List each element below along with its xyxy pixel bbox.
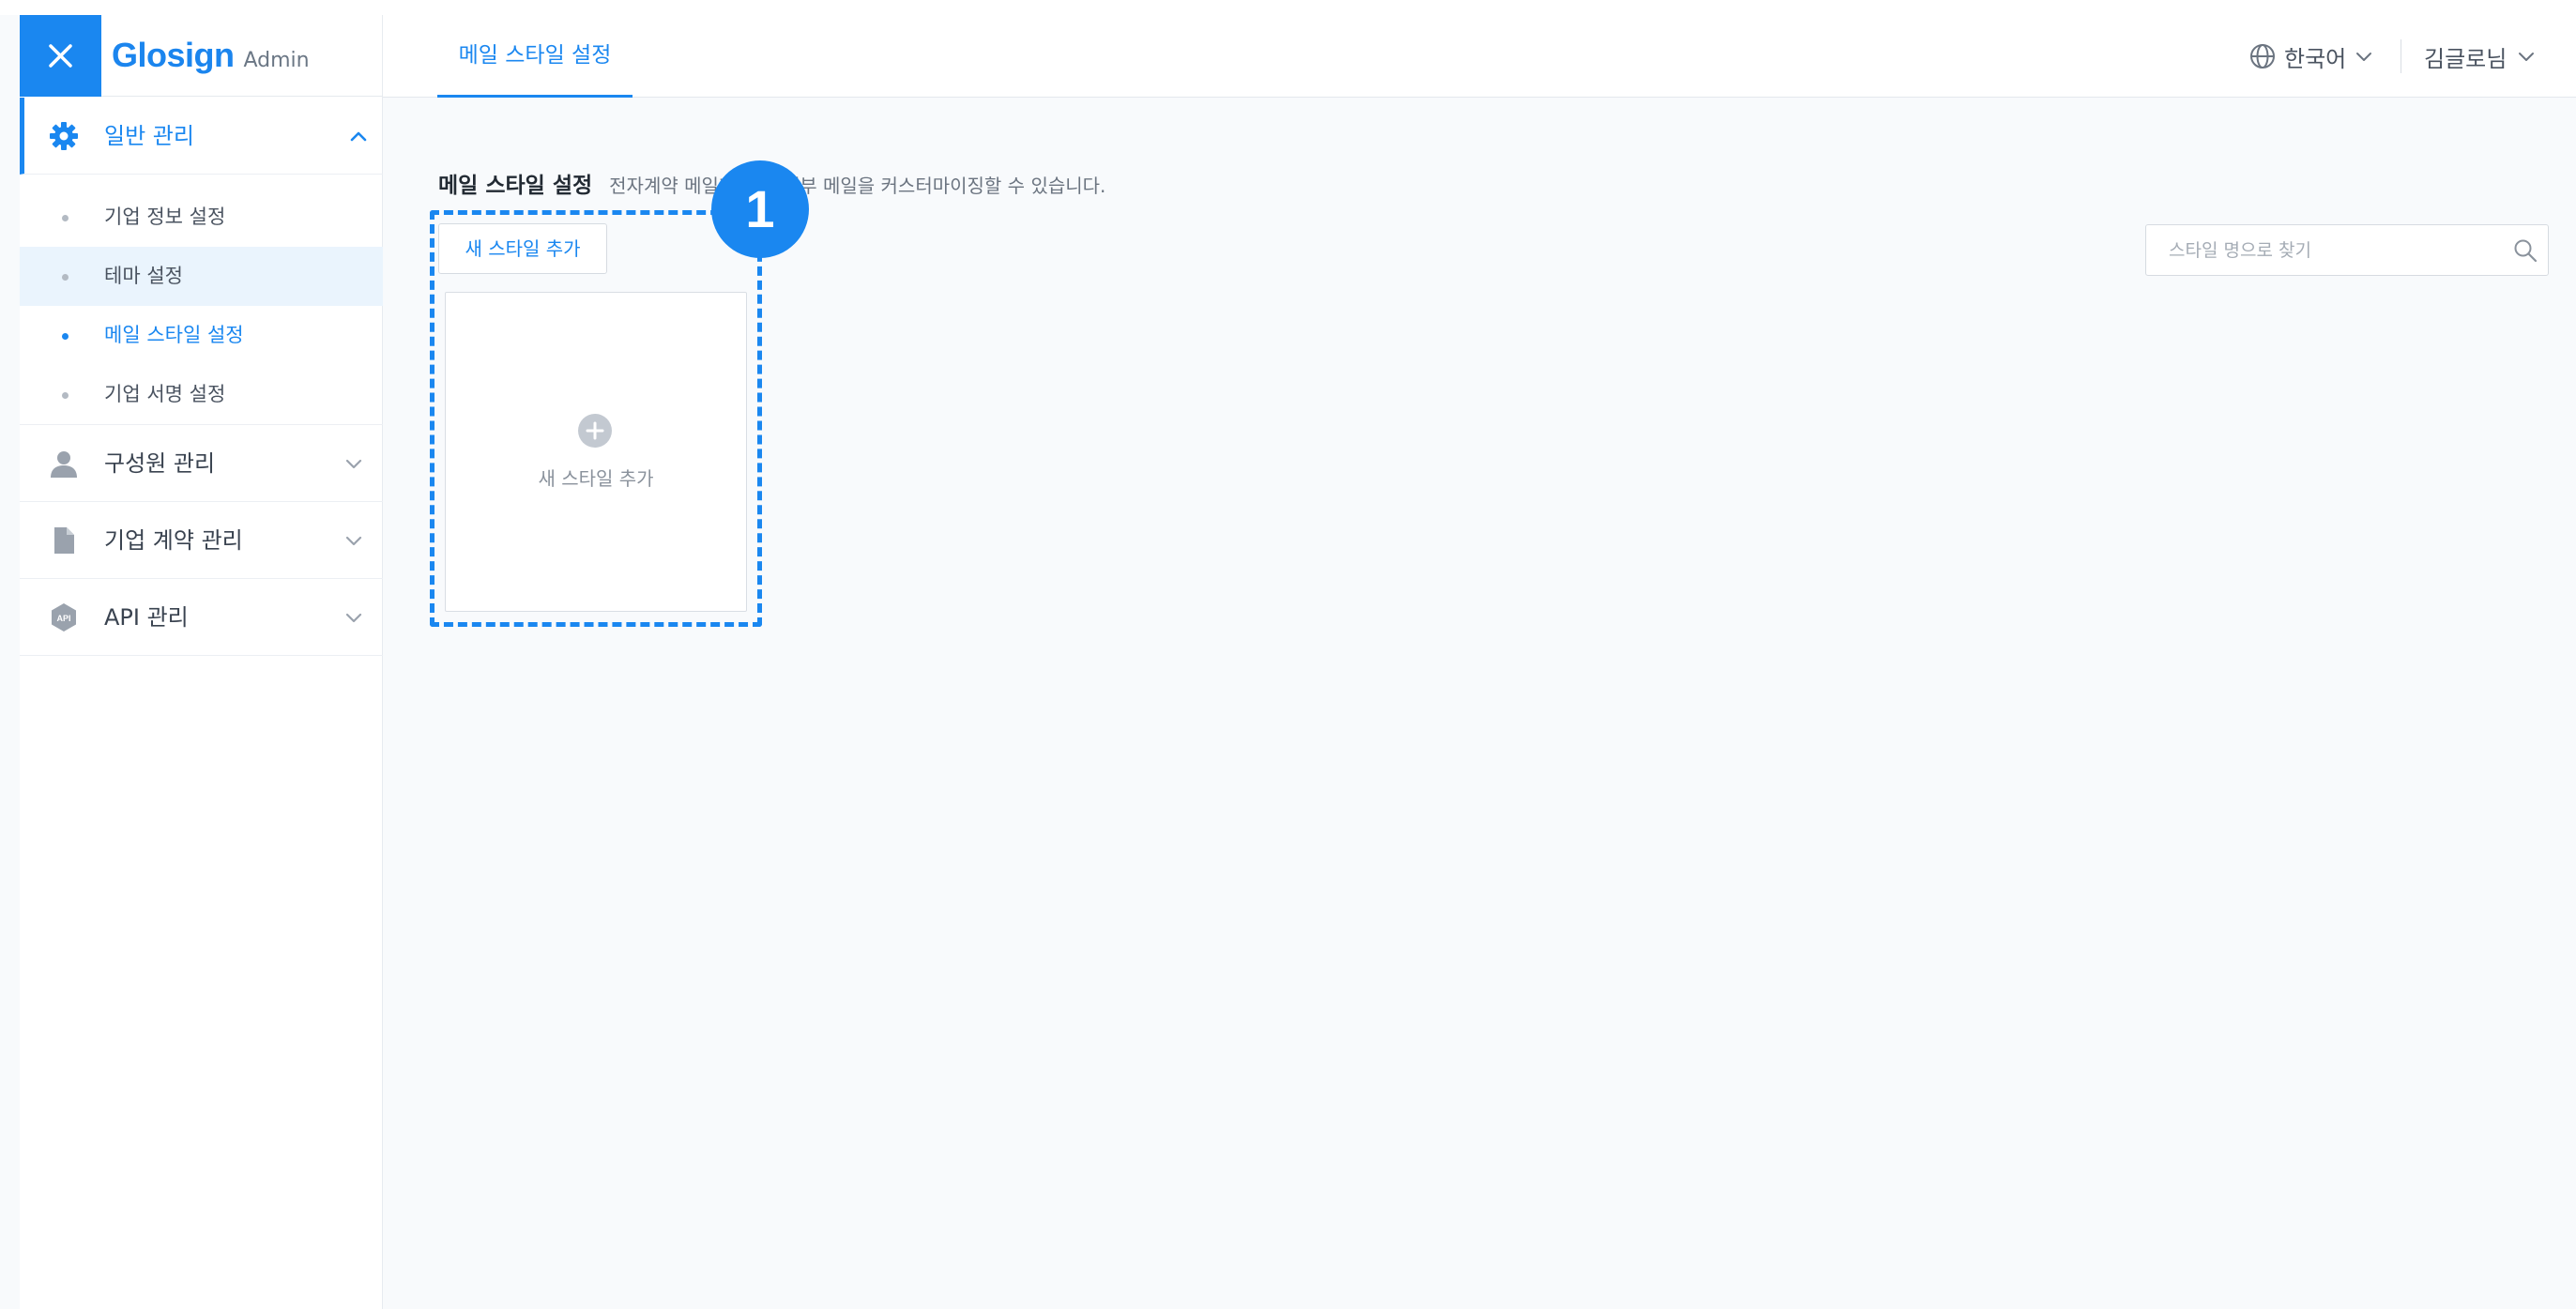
chevron-down-icon [345,536,362,546]
logo-brand: Glosign [112,36,235,74]
sidebar-group-label: API 관리 [104,604,189,631]
chevron-down-icon [2519,53,2535,61]
logo[interactable]: Glosign Admin [112,36,310,77]
sidebar-group-label: 기업 계약 관리 [104,527,243,554]
svg-text:API: API [56,614,70,623]
chevron-down-icon [345,613,362,623]
bullet-dot [62,333,69,340]
page-title: 메일 스타일 설정 [438,174,593,198]
tab-mail-style[interactable]: 메일 스타일 설정 [437,15,633,98]
close-sidebar-button[interactable] [20,15,101,97]
user-icon [51,451,77,478]
globe-icon [2250,44,2275,68]
add-style-card-label: 새 스타일 추가 [538,467,654,490]
page-description: 전자계약 메일과 회사 내부 메일을 커스터마이징할 수 있습니다. [609,175,1106,197]
close-icon [49,44,72,68]
sidebar-group-members[interactable]: 구성원 관리 [20,425,383,502]
user-name: 김글로님 [2424,45,2507,72]
sidebar-group-general[interactable]: 일반 관리 [20,98,383,175]
chevron-up-icon [350,131,367,142]
search-box [2145,224,2549,276]
api-icon: API [52,603,76,632]
sidebar-group-contracts[interactable]: 기업 계약 관리 [20,502,383,579]
top-bar: 메일 스타일 설정 한국어 김글로님 [383,15,2576,98]
logo-admin-label: Admin [243,49,310,72]
step-badge: 1 [711,160,809,258]
add-style-button[interactable]: 새 스타일 추가 [438,223,607,274]
document-icon [54,527,74,554]
search-input[interactable] [2146,225,2493,275]
sidebar: Glosign Admin 일반 관리 기업 정보 설정 테마 설정 메일 스타… [20,15,383,1309]
sidebar-header: Glosign Admin [20,15,383,97]
sidebar-item-label: 테마 설정 [104,265,183,287]
gear-icon [50,122,78,150]
sidebar-item-company-info[interactable]: 기업 정보 설정 [20,188,383,247]
language-label: 한국어 [2284,45,2347,72]
sidebar-item-mail-style[interactable]: 메일 스타일 설정 [20,306,383,365]
app-root: Glosign Admin 일반 관리 기업 정보 설정 테마 설정 메일 스타… [0,0,2576,1309]
sidebar-group-label: 일반 관리 [104,123,194,149]
bullet-dot [62,215,69,221]
search-icon[interactable] [2512,237,2538,264]
sidebar-group-api[interactable]: API API 관리 [20,579,383,656]
language-selector[interactable]: 한국어 [2248,38,2372,75]
sidebar-item-theme[interactable]: 테마 설정 [20,247,383,306]
bullet-dot [62,274,69,281]
add-style-card[interactable]: 새 스타일 추가 [445,292,747,612]
user-menu[interactable]: 김글로님 [2424,38,2535,75]
sidebar-item-label: 기업 정보 설정 [104,205,226,228]
sidebar-item-label: 기업 서명 설정 [104,383,226,405]
bullet-dot [62,392,69,399]
plus-circle-icon [578,414,612,448]
sidebar-group-label: 구성원 관리 [104,450,216,477]
chevron-down-icon [345,459,362,469]
sidebar-item-company-signature[interactable]: 기업 서명 설정 [20,365,383,424]
sidebar-item-label: 메일 스타일 설정 [104,324,244,346]
chevron-down-icon [2356,53,2372,61]
top-strip [0,0,2576,15]
